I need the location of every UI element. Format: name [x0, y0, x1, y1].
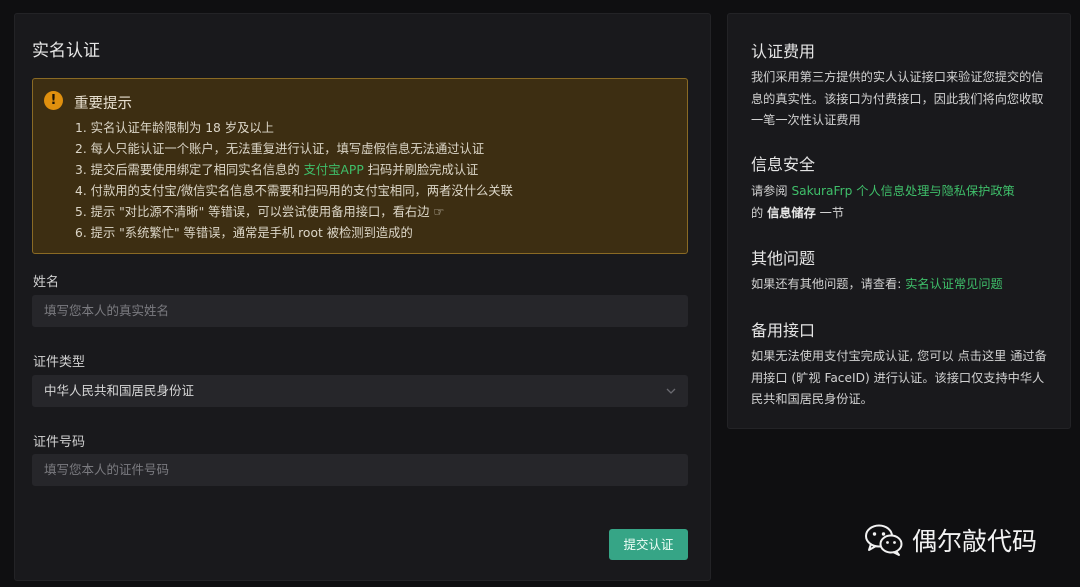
notice-item: 4. 付款用的支付宝/微信实名信息不需要和扫码用的支付宝相同，两者没什么关联 [75, 184, 513, 198]
notice-item: 1. 实名认证年龄限制为 18 岁及以上 [75, 121, 274, 135]
storage-section: 信息储存 [767, 205, 816, 220]
watermark-text: 偶尔敲代码 [912, 527, 1038, 556]
backup-title: 备用接口 [751, 321, 816, 340]
fee-text: 我们采用第三方提供的实人认证接口来验证您提交的信息的真实性。该接口为付费接口，因… [751, 70, 1044, 127]
name-label: 姓名 [33, 275, 60, 290]
name-input[interactable]: 填写您本人的真实姓名 [32, 295, 688, 327]
notice-item-text: 3. 提交后需要使用绑定了相同实名信息的 [75, 163, 304, 177]
id-number-label: 证件号码 [33, 435, 86, 450]
alipay-app-link[interactable]: 支付宝APP [304, 163, 364, 177]
id-type-value: 中华人民共和国居民身份证 [44, 383, 195, 398]
id-type-label: 证件类型 [33, 355, 86, 370]
id-number-input[interactable]: 填写您本人的证件号码 [32, 454, 688, 486]
verification-form-card: 实名认证 ! 重要提示 1. 实名认证年龄限制为 18 岁及以上 2. 每人只能… [14, 13, 711, 581]
other-pre: 如果还有其他问题，请查看: [751, 277, 906, 291]
watermark: 偶尔敲代码 [864, 522, 1037, 558]
form-title: 实名认证 [32, 41, 100, 61]
security-title: 信息安全 [751, 155, 816, 174]
id-type-select[interactable]: 中华人民共和国居民身份证 [32, 375, 688, 407]
notice-title: 重要提示 [74, 96, 132, 112]
exclamation-icon: ! [44, 91, 63, 110]
other-title: 其他问题 [751, 249, 816, 268]
faq-link[interactable]: 实名认证常见问题 [905, 277, 1003, 291]
notice-item: 3. 提交后需要使用绑定了相同实名信息的 支付宝APP 扫码并刷脸完成认证 [75, 160, 513, 181]
submit-button[interactable]: 提交认证 [609, 529, 688, 560]
notice-item: 2. 每人只能认证一个账户，无法重复进行认证，填写虚假信息无法通过认证 [75, 142, 485, 156]
notice-item: 5. 提示 "对比源不清晰" 等错误，可以尝试使用备用接口，看右边 ☞ [75, 205, 445, 219]
notice-item: 6. 提示 "系统繁忙" 等错误，通常是手机 root 被检测到造成的 [75, 226, 413, 240]
info-sidebar-card: 认证费用 我们采用第三方提供的实人认证接口来验证您提交的信息的真实性。该接口为付… [727, 13, 1071, 429]
security-pre: 请参阅 [751, 184, 792, 198]
privacy-policy-link[interactable]: SakuraFrp 个人信息处理与隐私保护政策 [791, 184, 1014, 198]
security-mid: 的 [751, 205, 768, 220]
backup-text: 如果无法使用支付宝完成认证, 您可以 点击这里 通过备用接口 (旷视 FaceI… [751, 349, 1047, 406]
other-text: 如果还有其他问题，请查看: 实名认证常见问题 [751, 274, 1051, 296]
security-text: 请参阅 SakuraFrp 个人信息处理与隐私保护政策 的 信息储存 一节 [751, 181, 1051, 224]
notice-list: 1. 实名认证年龄限制为 18 岁及以上 2. 每人只能认证一个账户，无法重复进… [75, 118, 513, 244]
security-post: 一节 [815, 205, 845, 220]
important-notice: ! 重要提示 1. 实名认证年龄限制为 18 岁及以上 2. 每人只能认证一个账… [32, 78, 688, 254]
wechat-icon [865, 524, 903, 556]
notice-item-text: 扫码并刷脸完成认证 [363, 163, 479, 177]
fee-title: 认证费用 [751, 42, 816, 61]
chevron-down-icon [666, 388, 676, 394]
